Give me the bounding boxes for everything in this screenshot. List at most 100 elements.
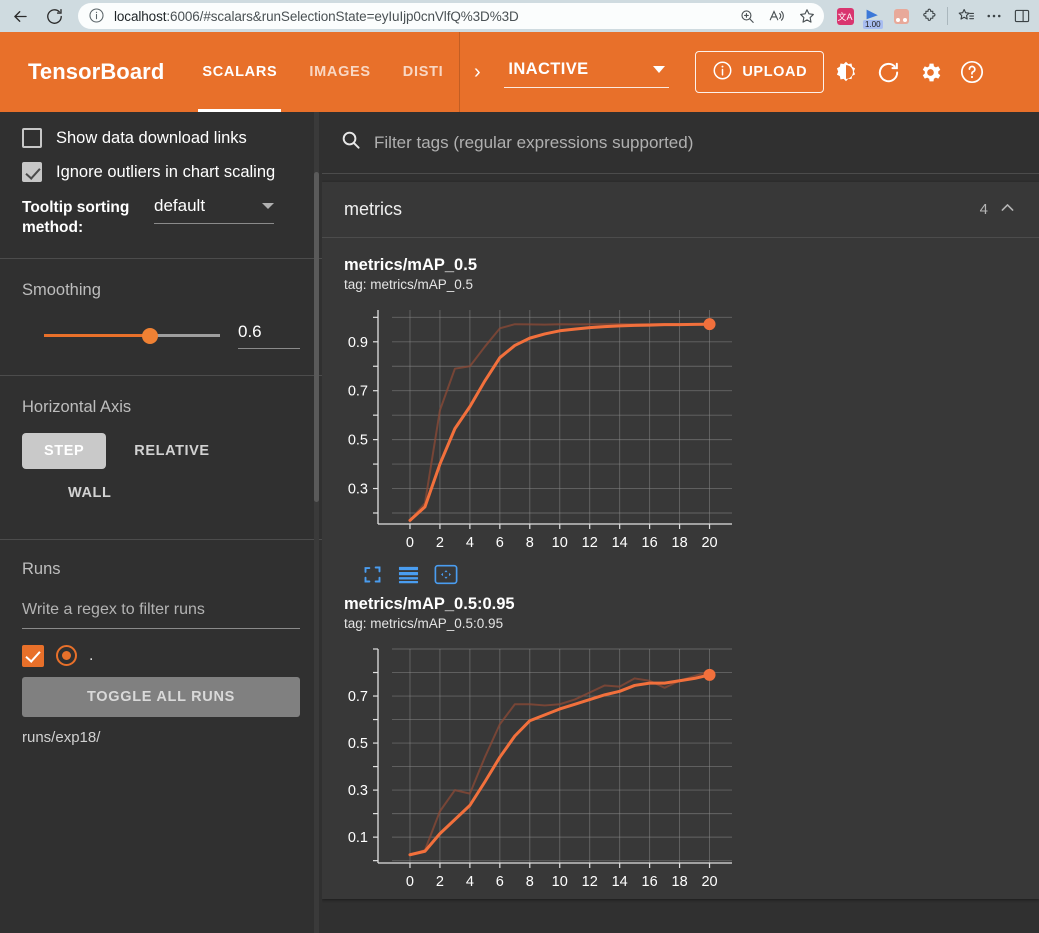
svg-text:8: 8 bbox=[526, 535, 534, 551]
tensorboard-logo[interactable]: TensorBoard bbox=[0, 32, 186, 112]
svg-text:18: 18 bbox=[672, 874, 688, 890]
run-name-label: . bbox=[89, 647, 93, 665]
svg-text:2: 2 bbox=[436, 874, 444, 890]
metrics-card-meta: 4 bbox=[980, 198, 1017, 221]
run-enabled-checkbox[interactable] bbox=[22, 645, 44, 667]
svg-text:0: 0 bbox=[406, 535, 414, 551]
smoothing-control-row: 0.6 bbox=[22, 322, 300, 349]
upload-button-label: UPLOAD bbox=[742, 64, 807, 80]
brightness-toggle-icon[interactable] bbox=[826, 52, 866, 92]
tab-scalars[interactable]: SCALARS bbox=[186, 32, 293, 112]
svg-text:0.9: 0.9 bbox=[348, 335, 368, 351]
svg-text:4: 4 bbox=[466, 874, 474, 890]
tag-filter-bar[interactable]: Filter tags (regular expressions support… bbox=[322, 112, 1039, 174]
collections-icon[interactable] bbox=[888, 3, 914, 29]
horizontal-axis-toggle-group: STEP RELATIVE bbox=[22, 433, 300, 469]
chevron-up-icon[interactable] bbox=[998, 198, 1017, 221]
runs-filter-input[interactable]: Write a regex to filter runs bbox=[22, 597, 300, 629]
horizontal-axis-section: Horizontal Axis STEP RELATIVE WALL bbox=[0, 376, 322, 539]
favorites-bar-icon[interactable] bbox=[953, 3, 979, 29]
fullscreen-icon[interactable] bbox=[362, 564, 383, 585]
translate-icon[interactable]: 文A bbox=[832, 3, 858, 29]
display-options-section: Show data download links Ignore outliers… bbox=[0, 112, 322, 258]
puzzle-extensions-icon[interactable] bbox=[916, 3, 942, 29]
svg-text:14: 14 bbox=[612, 874, 628, 890]
svg-text:0.1: 0.1 bbox=[348, 830, 368, 846]
svg-text:14: 14 bbox=[612, 535, 628, 551]
run-status-select[interactable]: INACTIVE bbox=[504, 56, 669, 88]
scalar-chart-plot[interactable]: 0.10.30.50.702468101214161820 bbox=[344, 639, 744, 899]
svg-text:0.7: 0.7 bbox=[348, 384, 368, 400]
upload-button[interactable]: UPLOAD bbox=[695, 51, 824, 93]
show-download-links-checkbox[interactable] bbox=[22, 128, 42, 148]
show-download-links-row[interactable]: Show data download links bbox=[22, 128, 300, 148]
browser-back-button[interactable] bbox=[6, 2, 34, 30]
svg-text:20: 20 bbox=[701, 874, 717, 890]
tensorboard-header: TensorBoard SCALARS IMAGES DISTI › INACT… bbox=[0, 32, 1039, 112]
address-bar[interactable]: localhost:6006/#scalars&runSelectionStat… bbox=[78, 3, 824, 29]
svg-text:0.5: 0.5 bbox=[348, 736, 368, 752]
zoom-in-icon[interactable] bbox=[736, 5, 758, 27]
playback-speed-icon[interactable]: 1.00 bbox=[860, 3, 886, 29]
axis-option-step[interactable]: STEP bbox=[22, 433, 106, 469]
svg-text:12: 12 bbox=[582, 874, 598, 890]
chart-title: metrics/mAP_0.5 bbox=[344, 256, 1039, 275]
ignore-outliers-checkbox[interactable] bbox=[22, 162, 42, 182]
settings-gear-icon[interactable] bbox=[910, 52, 950, 92]
tab-images[interactable]: IMAGES bbox=[293, 32, 386, 112]
smoothing-value-input[interactable]: 0.6 bbox=[238, 322, 300, 349]
url-host: localhost bbox=[114, 9, 166, 24]
metrics-card-count: 4 bbox=[980, 201, 988, 218]
svg-text:20: 20 bbox=[701, 535, 717, 551]
data-table-icon[interactable] bbox=[397, 564, 420, 585]
help-icon[interactable] bbox=[952, 52, 992, 92]
svg-text:2: 2 bbox=[436, 535, 444, 551]
tabs-overflow-chevron-icon[interactable]: › bbox=[460, 32, 494, 112]
svg-text:0.7: 0.7 bbox=[348, 689, 368, 705]
axis-option-relative[interactable]: RELATIVE bbox=[112, 433, 231, 469]
tab-distributions[interactable]: DISTI bbox=[387, 32, 460, 112]
svg-text:8: 8 bbox=[526, 874, 534, 890]
app-body: Show data download links Ignore outliers… bbox=[0, 112, 1039, 933]
run-color-radio-icon[interactable] bbox=[56, 645, 77, 666]
browser-toolbar: localhost:6006/#scalars&runSelectionStat… bbox=[0, 0, 1039, 32]
smoothing-slider[interactable] bbox=[44, 326, 220, 344]
tooltip-sorting-select[interactable]: default bbox=[154, 196, 274, 224]
svg-text:10: 10 bbox=[552, 874, 568, 890]
svg-text:4: 4 bbox=[466, 535, 474, 551]
tensorboard-tabs: SCALARS IMAGES DISTI bbox=[186, 32, 459, 112]
svg-text:10: 10 bbox=[552, 535, 568, 551]
runs-label: Runs bbox=[22, 560, 300, 579]
axis-option-wall[interactable]: WALL bbox=[46, 475, 133, 511]
scalar-chart-plot[interactable]: 0.30.50.70.902468101214161820 bbox=[344, 300, 744, 560]
refresh-icon[interactable] bbox=[868, 52, 908, 92]
chart-card-map05095: metrics/mAP_0.5:0.95 tag: metrics/mAP_0.… bbox=[344, 595, 1039, 899]
svg-text:6: 6 bbox=[496, 535, 504, 551]
svg-text:0.5: 0.5 bbox=[348, 433, 368, 449]
sidebar-scrollbar-thumb[interactable] bbox=[314, 172, 319, 502]
metrics-card-header[interactable]: metrics 4 bbox=[322, 182, 1039, 238]
fit-domain-icon[interactable] bbox=[434, 564, 458, 585]
slider-thumb[interactable] bbox=[142, 328, 158, 344]
site-info-icon[interactable] bbox=[88, 7, 106, 25]
metrics-card-title: metrics bbox=[344, 199, 402, 220]
run-status-value: INACTIVE bbox=[508, 60, 588, 79]
read-aloud-icon[interactable] bbox=[766, 5, 788, 27]
browser-reload-button[interactable] bbox=[40, 2, 68, 30]
run-path-label: runs/exp18/ bbox=[22, 729, 300, 746]
toggle-all-runs-button[interactable]: TOGGLE ALL RUNS bbox=[22, 677, 300, 717]
tag-filter-input[interactable]: Filter tags (regular expressions support… bbox=[374, 133, 693, 153]
show-download-links-label: Show data download links bbox=[56, 129, 247, 148]
run-list-item[interactable]: . bbox=[22, 645, 300, 667]
toolbar-divider bbox=[947, 7, 948, 25]
url-path: :6006/#scalars&runSelectionState=eyIuIjp… bbox=[166, 9, 518, 24]
svg-text:16: 16 bbox=[642, 874, 658, 890]
ignore-outliers-row[interactable]: Ignore outliers in chart scaling bbox=[22, 162, 300, 182]
speed-value: 1.00 bbox=[863, 20, 883, 29]
sidebar-scrollbar[interactable] bbox=[314, 112, 319, 933]
split-screen-icon[interactable] bbox=[1009, 3, 1035, 29]
browser-more-icon[interactable] bbox=[981, 3, 1007, 29]
favorite-star-icon[interactable] bbox=[796, 5, 818, 27]
runs-section: Runs Write a regex to filter runs . TOGG… bbox=[0, 540, 322, 760]
translate-badge: 文A bbox=[837, 8, 854, 25]
